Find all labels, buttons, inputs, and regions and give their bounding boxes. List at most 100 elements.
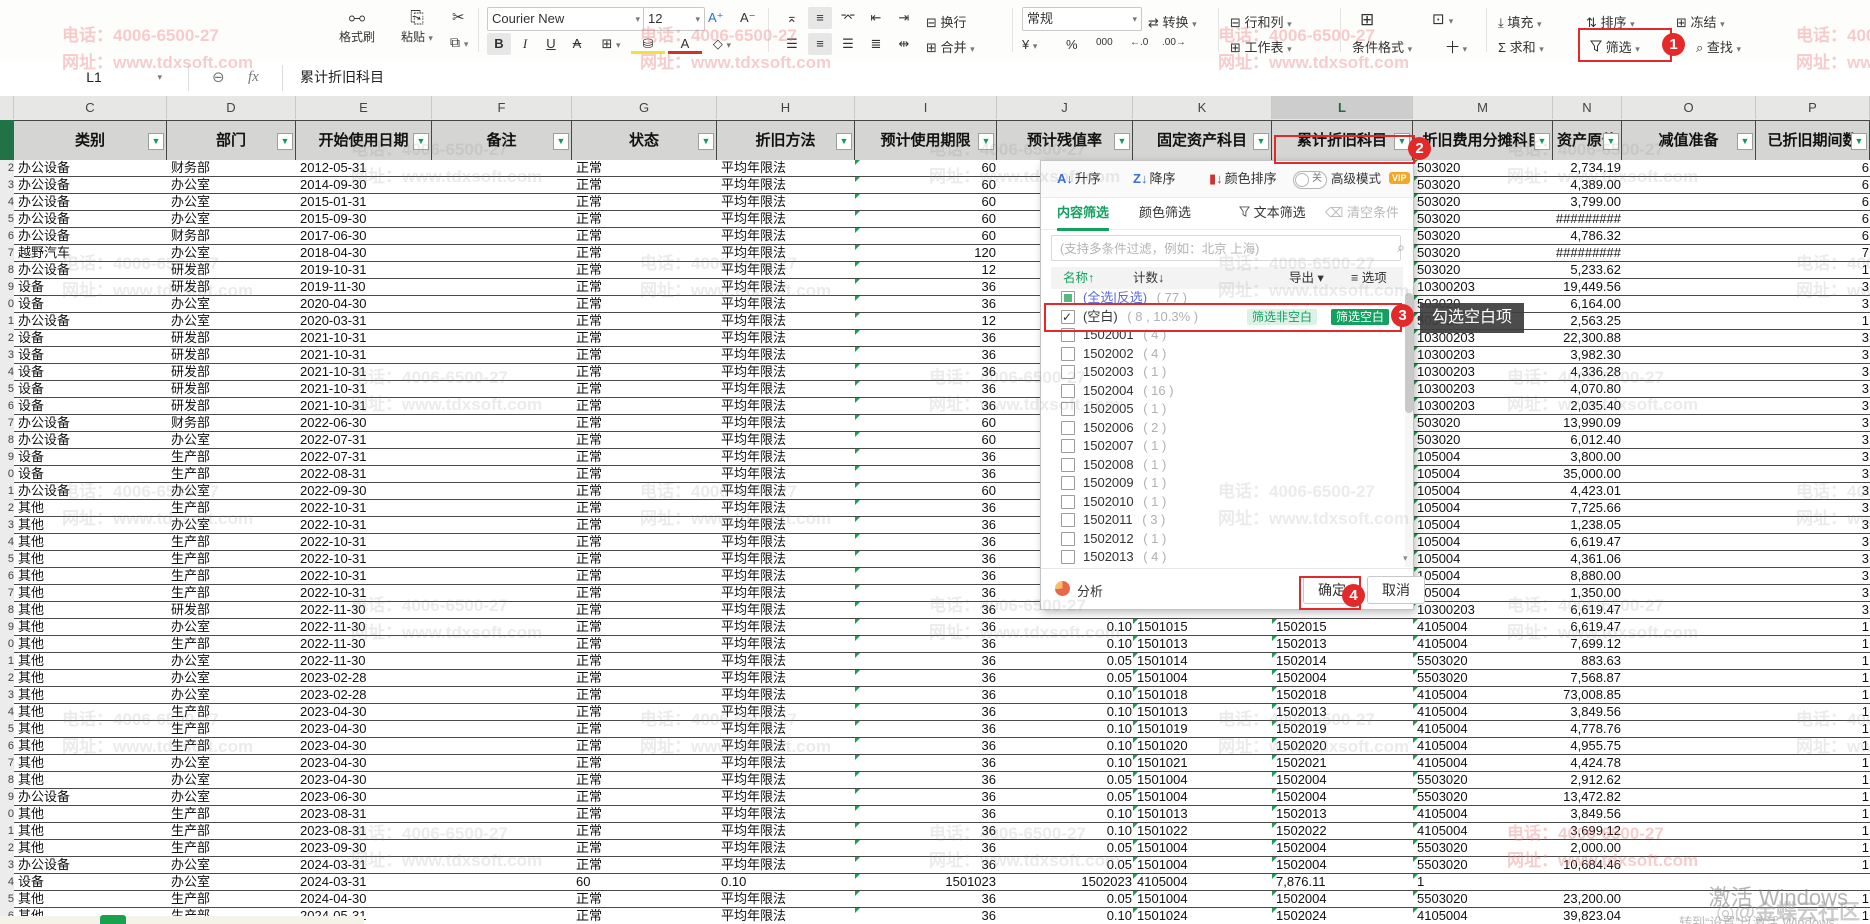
column-letter-O[interactable]: O (1622, 96, 1756, 119)
column-letter-J[interactable]: J (997, 96, 1133, 119)
align-top-button[interactable]: ⌅ (780, 7, 804, 29)
filter-list-item[interactable]: 1502009 ( 1 ) (1051, 474, 1403, 492)
wrap-text-button[interactable]: ⊟ 换行 (926, 12, 967, 31)
increase-indent-button[interactable]: ⇥ (892, 7, 916, 29)
decrease-decimal-button[interactable]: ←.0 (1130, 37, 1148, 48)
filter-list-item[interactable]: 1502005 ( 1 ) (1051, 400, 1403, 418)
align-bottom-button[interactable]: ⌤ (836, 7, 860, 29)
row-header-13[interactable]: 3 (0, 347, 15, 364)
filter-item-checkbox[interactable] (1061, 310, 1075, 324)
filter-dropdown-J[interactable]: ▼ (1114, 133, 1130, 150)
text-filter-button[interactable]: 文本筛选 (1239, 197, 1306, 228)
filter-dropdown-M[interactable]: ▼ (1534, 133, 1550, 150)
sort-descending-button[interactable]: Z↓降序 (1133, 161, 1175, 197)
filter-dropdown-N[interactable]: ▼ (1603, 133, 1619, 150)
freeze-button[interactable]: ⊞ 冻结 ▾ (1676, 12, 1725, 31)
font-name-select[interactable]: Courier New▾ (487, 7, 645, 31)
row-header-14[interactable]: 4 (0, 364, 15, 381)
filter-item-checkbox[interactable] (1061, 421, 1075, 435)
column-letter-L[interactable]: L (1272, 96, 1413, 119)
align-left-button[interactable]: ☰ (780, 33, 804, 55)
justify-button[interactable]: ≣ (864, 33, 888, 55)
filter-dropdown-F[interactable]: ▼ (553, 133, 569, 150)
row-header-20[interactable]: 0 (0, 466, 15, 483)
options-button[interactable]: ≡ 选项 (1351, 267, 1387, 289)
row-header-15[interactable]: 5 (0, 381, 15, 398)
row-header-5[interactable]: 5 (0, 211, 15, 228)
cancel-button[interactable]: 取消 (1367, 576, 1425, 604)
filter-item-checkbox[interactable] (1061, 495, 1075, 509)
row-header-18[interactable]: 8 (0, 432, 15, 449)
convert-button[interactable]: ⇄ 转换 ▾ (1148, 12, 1197, 31)
bold-button[interactable]: B (487, 33, 511, 55)
row-header-19[interactable]: 9 (0, 449, 15, 466)
row-header-22[interactable]: 2 (0, 500, 15, 517)
rows-columns-button[interactable]: ⊟ 行和列 ▾ (1230, 12, 1292, 31)
clear-filter-button[interactable]: ⌫ 清空条件 (1325, 197, 1399, 228)
underline-button[interactable]: U (539, 33, 563, 55)
filter-item-checkbox[interactable] (1061, 458, 1075, 472)
sort-button[interactable]: ⇅ 排序 ▾ (1586, 12, 1635, 31)
color-sort-button[interactable]: ▮↓颜色排序 (1209, 161, 1277, 197)
row-header-21[interactable]: 1 (0, 483, 15, 500)
row-header-28[interactable]: 8 (0, 602, 15, 619)
row-header-10[interactable]: 0 (0, 296, 15, 313)
row-header-34[interactable]: 4 (0, 704, 15, 721)
header-cell-O[interactable]: 减值准备▼ (1622, 120, 1756, 161)
filter-list-item[interactable]: (全选|反选) ( 77 ) (1051, 289, 1403, 307)
row-header-36[interactable]: 6 (0, 738, 15, 755)
sort-by-name[interactable]: 名称↑ (1063, 267, 1094, 289)
sum-button[interactable]: Σ 求和 ▾ (1498, 37, 1544, 56)
header-cell-D[interactable]: 部门▼ (167, 120, 296, 161)
filter-nonblank-button[interactable]: 筛选非空白 (1247, 309, 1317, 325)
filter-list-item[interactable]: 1502011 ( 3 ) (1051, 511, 1403, 529)
filter-dropdown-O[interactable]: ▼ (1737, 133, 1753, 150)
filter-item-checkbox[interactable] (1061, 328, 1075, 342)
filter-list-item[interactable]: 1502007 ( 1 ) (1051, 437, 1403, 455)
filter-list-item[interactable]: 1502003 ( 1 ) (1051, 363, 1403, 381)
filter-blank-button[interactable]: 筛选空白 (1331, 309, 1389, 325)
row-header-1[interactable] (0, 120, 15, 160)
row-header-35[interactable]: 5 (0, 721, 15, 738)
copy-button[interactable]: ⧉ ▾ (450, 34, 468, 51)
header-cell-K[interactable]: 固定资产科目▼ (1133, 120, 1272, 161)
filter-list-item[interactable]: 1502010 ( 1 ) (1051, 493, 1403, 511)
cut-button[interactable]: ✂ (452, 8, 465, 26)
fill-color-button[interactable]: ⛁ (631, 33, 665, 55)
row-header-11[interactable]: 1 (0, 313, 15, 330)
formula-input[interactable]: 累计折旧科目 (300, 60, 384, 95)
filter-dropdown-I[interactable]: ▼ (978, 133, 994, 150)
column-letter-P[interactable]: P (1756, 96, 1870, 119)
header-cell-F[interactable]: 备注▼ (432, 120, 572, 161)
header-cell-L[interactable]: 累计折旧科目▼ (1272, 120, 1413, 161)
row-header-37[interactable]: 7 (0, 755, 15, 772)
row-header-31[interactable]: 1 (0, 653, 15, 670)
number-format-select[interactable]: 常规▾ (1022, 7, 1142, 31)
sort-by-count[interactable]: 计数↓ (1133, 267, 1164, 289)
filter-dropdown-C[interactable]: ▼ (148, 133, 164, 150)
zoom-formula-icon[interactable]: ⊖ (212, 60, 225, 95)
filter-list-item[interactable]: 1502013 ( 4 ) (1051, 548, 1403, 566)
column-letter-F[interactable]: F (432, 96, 572, 119)
filter-item-checkbox[interactable] (1061, 550, 1075, 564)
filter-dropdown-P[interactable]: ▼ (1851, 133, 1867, 150)
row-header-27[interactable]: 7 (0, 585, 15, 602)
filter-list-item[interactable]: 1502001 ( 4 ) (1051, 326, 1403, 344)
filter-list-item[interactable]: 1502004 ( 16 ) (1051, 382, 1403, 400)
sort-ascending-button[interactable]: A↓升序 (1057, 161, 1101, 197)
active-sheet-tab[interactable] (100, 915, 126, 924)
fx-icon[interactable]: fx (248, 60, 259, 95)
filter-dropdown-D[interactable]: ▼ (277, 133, 293, 150)
row-header-33[interactable]: 3 (0, 687, 15, 704)
font-color-button[interactable]: A (668, 33, 702, 55)
merge-cells-button[interactable]: ⊞ 合并 ▾ (926, 37, 975, 56)
row-header-40[interactable]: 0 (0, 806, 15, 823)
format-painter-button[interactable]: ⧟格式刷 (330, 8, 384, 45)
align-center-button[interactable]: ≡ (808, 33, 832, 55)
row-header-30[interactable]: 0 (0, 636, 15, 653)
row-header-17[interactable]: 7 (0, 415, 15, 432)
row-header-23[interactable]: 3 (0, 517, 15, 534)
filter-button[interactable]: 筛选 ▾ (1590, 37, 1640, 56)
filter-item-checkbox[interactable] (1061, 476, 1075, 490)
header-cell-E[interactable]: 开始使用日期▼ (296, 120, 432, 161)
